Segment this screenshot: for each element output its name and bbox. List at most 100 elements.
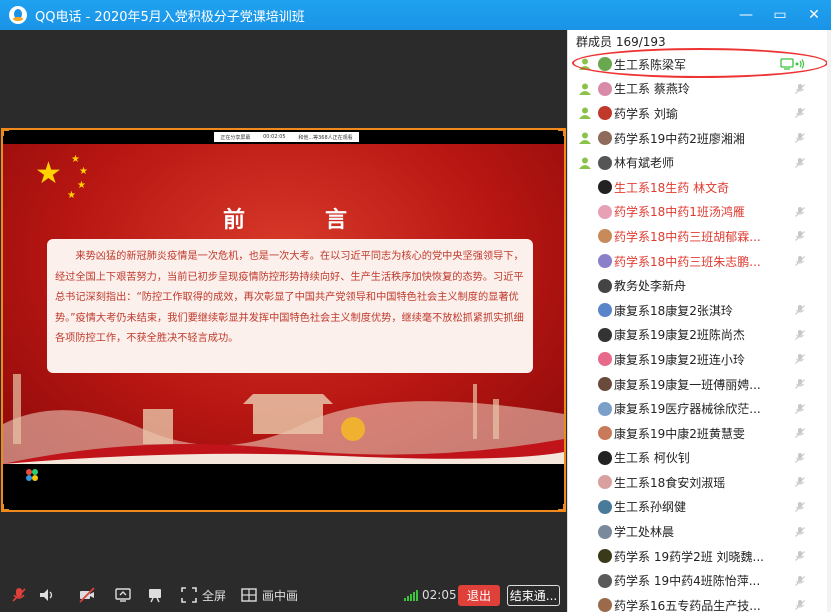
timer-text: 02:05 — [422, 588, 457, 602]
avatar — [598, 475, 612, 490]
small-star-icon: ★ — [71, 154, 80, 165]
member-name: 康复系19康复一班傅丽娉... — [614, 377, 761, 392]
speaker-highlight-annotation — [572, 48, 828, 78]
avatar — [598, 450, 612, 465]
panel-scrollbar[interactable] — [827, 30, 831, 612]
small-star-icon: ★ — [77, 180, 86, 191]
avatar — [598, 229, 612, 244]
avatar — [598, 327, 612, 342]
member-row[interactable]: 生工系18食安刘淑瑶 — [568, 470, 831, 495]
fullscreen-button[interactable]: 全屏 — [180, 578, 226, 612]
maximize-button[interactable]: ▭ — [763, 0, 797, 30]
signal-strength-icon — [404, 589, 418, 601]
mic-muted-button[interactable] — [8, 578, 30, 612]
whiteboard-button[interactable] — [144, 578, 166, 612]
picture-in-picture-button[interactable]: 画中画 — [240, 578, 298, 612]
member-row[interactable]: 康复系18康复2张淇玲 — [568, 298, 831, 323]
share-bottom-bar — [3, 464, 564, 510]
call-toolbar: 全屏 画中画 02:05 退出 结束通... — [0, 578, 567, 612]
share-screen-button[interactable] — [112, 578, 134, 612]
avatar — [598, 352, 612, 367]
avatar — [598, 180, 612, 195]
fullscreen-icon — [181, 587, 197, 603]
member-row[interactable]: 药学系 19药学2班 刘晓魏... — [568, 544, 831, 569]
mic-muted-icon — [795, 551, 805, 562]
slide-text-box: 来势凶猛的新冠肺炎疫情是一次危机，也是一次大考。在以习近平同志为核心的党中央坚强… — [47, 239, 533, 373]
camera-off-button[interactable] — [76, 578, 98, 612]
minimize-button[interactable]: — — [729, 0, 763, 30]
mic-muted-icon — [795, 452, 805, 463]
mic-muted-icon — [795, 428, 805, 439]
mic-muted-icon — [795, 157, 805, 168]
member-row[interactable]: 药学系18中药1班汤鸿雁 — [568, 200, 831, 225]
small-star-icon: ★ — [79, 166, 88, 177]
member-row[interactable]: 药学系16五专药品生产技... — [568, 593, 831, 612]
member-row[interactable]: 康复系19康复2班连小玲 — [568, 347, 831, 372]
close-button[interactable]: ✕ — [797, 0, 831, 30]
member-row[interactable]: 生工系 蔡燕玲 — [568, 77, 831, 102]
avatar — [598, 303, 612, 318]
member-row[interactable]: 生工系孙纲健 — [568, 495, 831, 520]
member-row[interactable]: 康复系19医疗器械徐欣茫... — [568, 396, 831, 421]
avatar — [598, 573, 612, 588]
member-name: 药学系16五专药品生产技... — [614, 598, 761, 612]
window-title: QQ电话 - 2020年5月入党积极分子党课培训班 — [35, 9, 305, 25]
member-row[interactable]: 学工处林晨 — [568, 519, 831, 544]
mic-muted-icon — [795, 477, 805, 488]
end-call-button[interactable]: 结束通... — [507, 585, 560, 606]
camera-off-icon — [79, 587, 95, 603]
member-name: 教务处李新舟 — [614, 279, 687, 294]
mic-muted-icon — [795, 403, 805, 414]
mic-muted-icon — [795, 575, 805, 586]
member-row[interactable]: 林有斌老师 — [568, 150, 831, 175]
member-name: 药学系18中药1班汤鸿雁 — [614, 205, 745, 220]
share-status-bar: 正在分享屏幕 00:02:05 和他...等368人正在观看 — [214, 132, 359, 142]
mic-muted-icon — [795, 83, 805, 94]
speaker-button[interactable] — [36, 578, 58, 612]
screen-share-frame[interactable]: 正在分享屏幕 00:02:05 和他...等368人正在观看 ★ ★ ★ ★ ★… — [1, 128, 566, 512]
mic-muted-icon — [795, 526, 805, 537]
avatar — [598, 254, 612, 269]
member-row[interactable]: 药学系18中药三班胡郁霖... — [568, 224, 831, 249]
admin-user-icon — [579, 157, 591, 169]
mic-muted-icon — [795, 256, 805, 266]
exit-button[interactable]: 退出 — [458, 585, 500, 606]
member-row[interactable]: 教务处李新舟 — [568, 273, 831, 298]
avatar — [598, 131, 612, 146]
pip-icon — [241, 588, 257, 602]
member-row[interactable]: 药学系 刘瑜 — [568, 101, 831, 126]
video-area[interactable]: 正在分享屏幕 00:02:05 和他...等368人正在观看 ★ ★ ★ ★ ★… — [0, 30, 567, 612]
share-time: 00:02:05 — [263, 134, 286, 140]
member-row[interactable]: 康复系19康复2班陈尚杰 — [568, 323, 831, 348]
member-row[interactable]: 生工系18生药 林文奇 — [568, 175, 831, 200]
mic-muted-icon — [795, 133, 805, 144]
frame-corner — [1, 128, 9, 136]
member-name: 康复系19康复2班连小玲 — [614, 352, 745, 367]
member-row[interactable]: 药学系 19中药4班陈怡萍... — [568, 568, 831, 593]
avatar — [598, 549, 612, 564]
member-list[interactable]: 生工系陈梁军 生工系 蔡燕玲 药学系 刘瑜 药学系19中药2班廖湘湘 林有斌老师 生工系1… — [568, 52, 831, 612]
share-viewers: 和他...等368人正在观看 — [298, 134, 353, 141]
mic-muted-icon — [795, 354, 805, 365]
mic-muted-icon — [795, 501, 805, 512]
member-name: 药学系19中药2班廖湘湘 — [614, 131, 745, 146]
member-row[interactable]: 生工系 柯伙钊 — [568, 446, 831, 471]
member-name: 康复系19中康2班黄慧雯 — [614, 426, 745, 441]
avatar — [598, 106, 612, 121]
member-row[interactable]: 药学系19中药2班廖湘湘 — [568, 126, 831, 151]
member-row[interactable]: 康复系19中康2班黄慧雯 — [568, 421, 831, 446]
slide-body: 来势凶猛的新冠肺炎疫情是一次危机，也是一次大考。在以习近平同志为核心的党中央坚强… — [55, 251, 524, 344]
avatar — [598, 499, 612, 514]
app-pinwheel-icon — [26, 469, 38, 481]
frame-corner — [558, 128, 566, 136]
member-name: 生工系 蔡燕玲 — [614, 82, 690, 97]
member-name: 药学系 19药学2班 刘晓魏... — [614, 549, 764, 564]
avatar — [598, 204, 612, 219]
whiteboard-icon — [149, 589, 161, 603]
member-row[interactable]: 药学系18中药三班朱志鹏... — [568, 249, 831, 274]
member-row[interactable]: 康复系19康复一班傅丽娉... — [568, 372, 831, 397]
member-name: 康复系19康复2班陈尚杰 — [614, 328, 745, 343]
member-name: 康复系18康复2张淇玲 — [614, 303, 733, 318]
share-status: 正在分享屏幕 — [220, 134, 251, 141]
mic-muted-icon — [795, 231, 805, 242]
